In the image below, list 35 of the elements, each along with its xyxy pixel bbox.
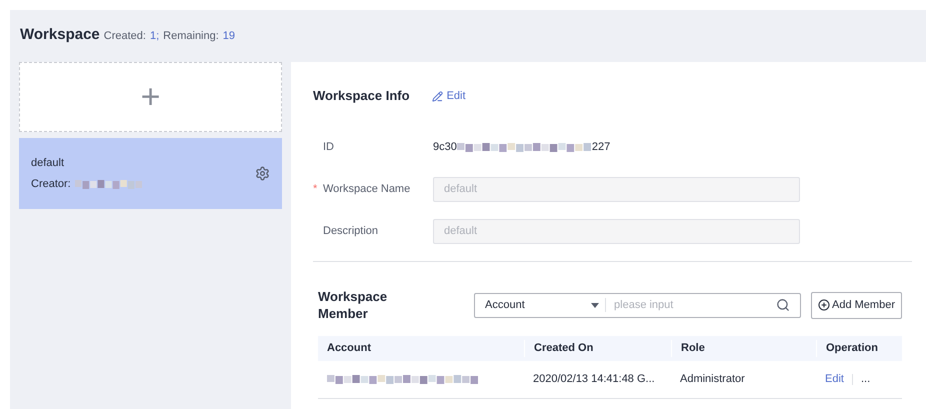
- pencil-icon: [432, 90, 443, 102]
- required-mark: *: [313, 182, 318, 197]
- column-header: Operation: [816, 340, 902, 357]
- creator-label: Creator:: [31, 176, 71, 192]
- table-cell-text: 2020/02/13 14:41:48 G...: [532, 372, 656, 388]
- more-button[interactable]: ...: [860, 371, 870, 388]
- search-field[interactable]: Account please input: [474, 292, 802, 318]
- plus-circle-icon: [818, 299, 830, 311]
- remaining-count: 19: [222, 29, 236, 44]
- section-title: Workspace Member: [318, 288, 388, 322]
- column-header: Created On: [524, 340, 671, 357]
- edit-link[interactable]: Edit: [432, 88, 466, 104]
- settings-icon[interactable]: [255, 166, 270, 181]
- field-label: Workspace Name: [323, 182, 410, 197]
- redacted-creator: [74, 178, 143, 190]
- column-header: Role: [671, 340, 816, 357]
- id-end: 227: [592, 140, 610, 155]
- search-input[interactable]: please input: [614, 296, 776, 314]
- created-label: Created:: [104, 29, 146, 44]
- workspace-name: default: [31, 156, 66, 171]
- column-header: Account: [326, 341, 372, 356]
- id-start: 9c30: [433, 140, 457, 155]
- remaining-label: Remaining:: [163, 29, 219, 44]
- workspace-card[interactable]: default Creator:: [19, 138, 282, 209]
- created-count: 1;: [150, 29, 160, 44]
- filter-select[interactable]: Account: [485, 296, 606, 314]
- page-title: Workspace: [20, 25, 100, 45]
- field-label: ID: [323, 140, 334, 155]
- edit-link[interactable]: Edit: [825, 371, 844, 388]
- field-label: Description: [323, 224, 378, 239]
- caret-icon: [591, 302, 600, 308]
- section-title: Workspace Info: [313, 87, 410, 106]
- table-cell-text: Administrator: [679, 372, 746, 388]
- add-member-button[interactable]: Add Member: [811, 292, 902, 318]
- search-icon[interactable]: [776, 298, 790, 312]
